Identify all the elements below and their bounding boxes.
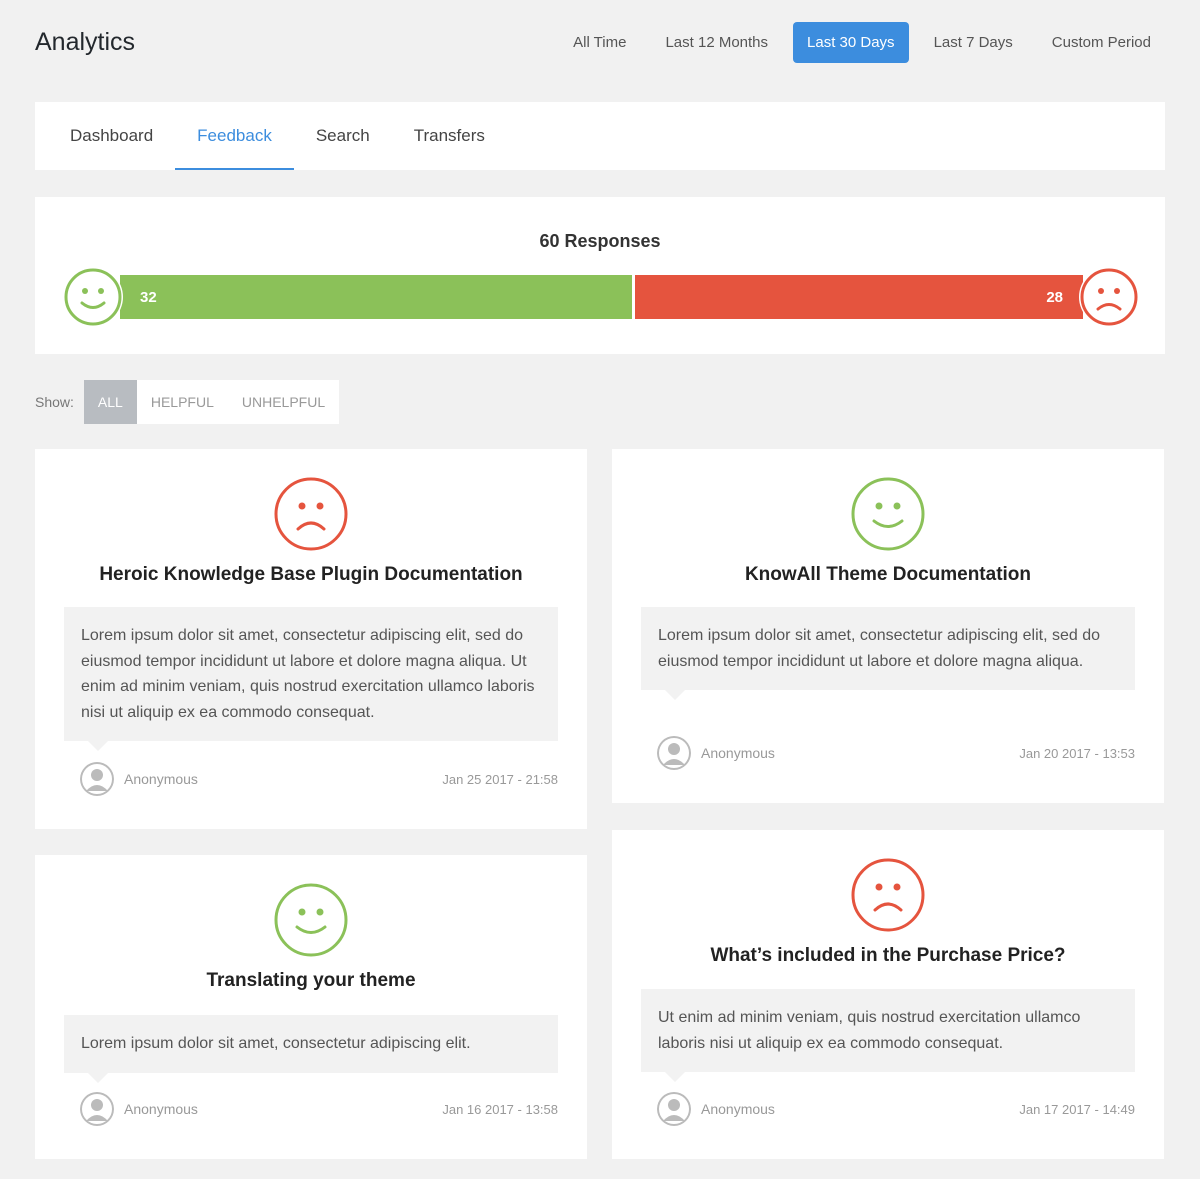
avatar [657,736,691,770]
feedback-card: KnowAll Theme Documentation Lorem ipsum … [612,449,1164,803]
filter-label: Show: [35,394,74,410]
article-title[interactable]: What’s included in the Purchase Price? [612,945,1164,967]
feedback-date: Jan 20 2017 - 13:53 [1019,745,1135,761]
avatar [657,1092,691,1126]
period-custom[interactable]: Custom Period [1038,22,1165,63]
negative-bar: 28 [635,275,1083,319]
feedback-date: Jan 16 2017 - 13:58 [442,1101,558,1117]
period-last-30-days[interactable]: Last 30 Days [793,22,909,63]
feedback-meta: Anonymous Jan 20 2017 - 13:53 [657,736,1135,770]
feedback-card: What’s included in the Purchase Price? U… [612,830,1164,1159]
sad-face-icon [1079,267,1139,327]
article-title[interactable]: KnowAll Theme Documentation [612,564,1164,586]
tab-search[interactable]: Search [294,102,392,170]
tab-transfers[interactable]: Transfers [392,102,507,170]
avatar [80,762,114,796]
tab-feedback[interactable]: Feedback [175,102,294,170]
period-selector: All Time Last 12 Months Last 30 Days Las… [548,22,1165,63]
feedback-card: Translating your theme Lorem ipsum dolor… [35,855,587,1159]
responses-count: 60 Responses [539,231,661,251]
feedback-comment: Ut enim ad minim veniam, quis nostrud ex… [641,989,1135,1082]
sad-face-icon [273,476,349,552]
header: Analytics All Time Last 12 Months Last 3… [35,20,1165,70]
period-all-time[interactable]: All Time [559,22,640,63]
feedback-filter: Show: ALL HELPFUL UNHELPFUL [35,380,340,424]
feedback-date: Jan 17 2017 - 14:49 [1019,1101,1135,1117]
feedback-meta: Anonymous Jan 17 2017 - 14:49 [657,1092,1135,1126]
author-name: Anonymous [701,1101,775,1117]
filter-unhelpful-button[interactable]: UNHELPFUL [228,380,339,424]
feedback-comment: Lorem ipsum dolor sit amet, consectetur … [64,1015,558,1082]
author-name: Anonymous [124,771,198,787]
period-last-7-days[interactable]: Last 7 Days [920,22,1027,63]
tab-dashboard[interactable]: Dashboard [48,102,175,170]
feedback-meta: Anonymous Jan 25 2017 - 21:58 [80,762,558,796]
positive-bar: 32 [120,275,632,319]
feedback-card: Heroic Knowledge Base Plugin Documentati… [35,449,587,829]
author-name: Anonymous [701,745,775,761]
avatar [80,1092,114,1126]
feedback-meta: Anonymous Jan 16 2017 - 13:58 [80,1092,558,1126]
article-title[interactable]: Translating your theme [35,970,587,992]
filter-all-button[interactable]: ALL [83,380,137,424]
feedback-comment: Lorem ipsum dolor sit amet, consectetur … [64,607,558,751]
responses-summary: 60 Responses 32 28 [35,197,1165,354]
author-name: Anonymous [124,1101,198,1117]
tab-bar: Dashboard Feedback Search Transfers [35,102,1165,170]
happy-face-icon [850,476,926,552]
sad-face-icon [850,857,926,933]
filter-options: ALL HELPFUL UNHELPFUL [83,380,340,424]
happy-face-icon [63,267,123,327]
period-last-12-months[interactable]: Last 12 Months [651,22,782,63]
sentiment-bar: 32 28 [120,275,1083,319]
filter-helpful-button[interactable]: HELPFUL [137,380,228,424]
article-title[interactable]: Heroic Knowledge Base Plugin Documentati… [35,564,587,586]
feedback-date: Jan 25 2017 - 21:58 [442,771,558,787]
page-title: Analytics [35,28,136,56]
feedback-comment: Lorem ipsum dolor sit amet, consectetur … [641,607,1135,700]
happy-face-icon [273,882,349,958]
